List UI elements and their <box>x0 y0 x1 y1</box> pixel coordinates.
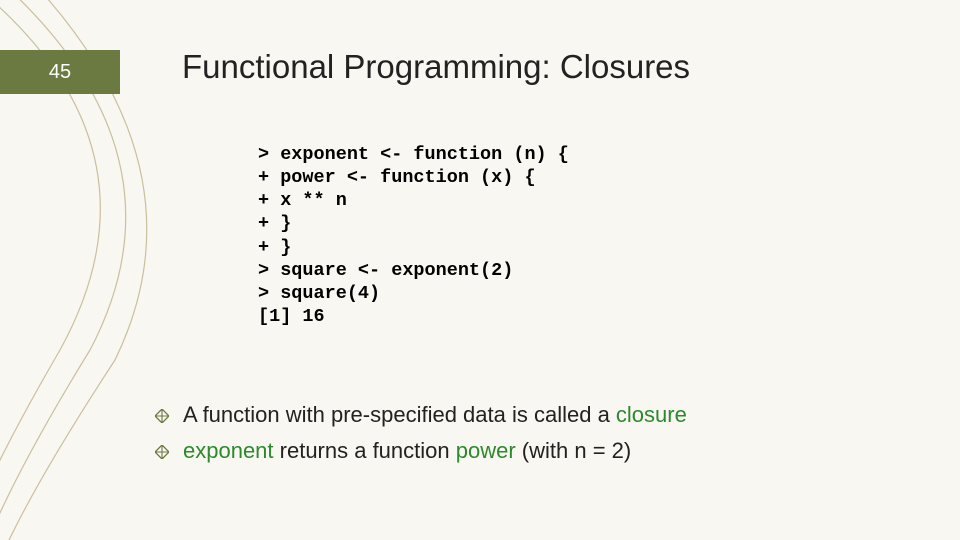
diamond-icon <box>155 445 169 459</box>
bullet-list: A function with pre-specified data is ca… <box>155 402 900 474</box>
bullet-text-part: (with n = 2) <box>516 438 632 463</box>
bullet-keyword: closure <box>616 402 687 427</box>
bullet-text: A function with pre-specified data is ca… <box>183 402 900 428</box>
page-number-badge: 45 <box>0 50 120 94</box>
list-item: exponent returns a function power (with … <box>155 438 900 464</box>
bullet-text-part: returns a function <box>274 438 456 463</box>
bullet-keyword: exponent <box>183 438 274 463</box>
diamond-icon <box>155 409 169 423</box>
bullet-text-part: A function with pre-specified data is ca… <box>183 402 616 427</box>
bullet-keyword: power <box>456 438 516 463</box>
list-item: A function with pre-specified data is ca… <box>155 402 900 428</box>
code-block: > exponent <- function (n) { + power <- … <box>258 143 569 328</box>
page-number: 45 <box>49 61 71 84</box>
slide-title: Functional Programming: Closures <box>182 48 690 86</box>
bullet-text: exponent returns a function power (with … <box>183 438 900 464</box>
